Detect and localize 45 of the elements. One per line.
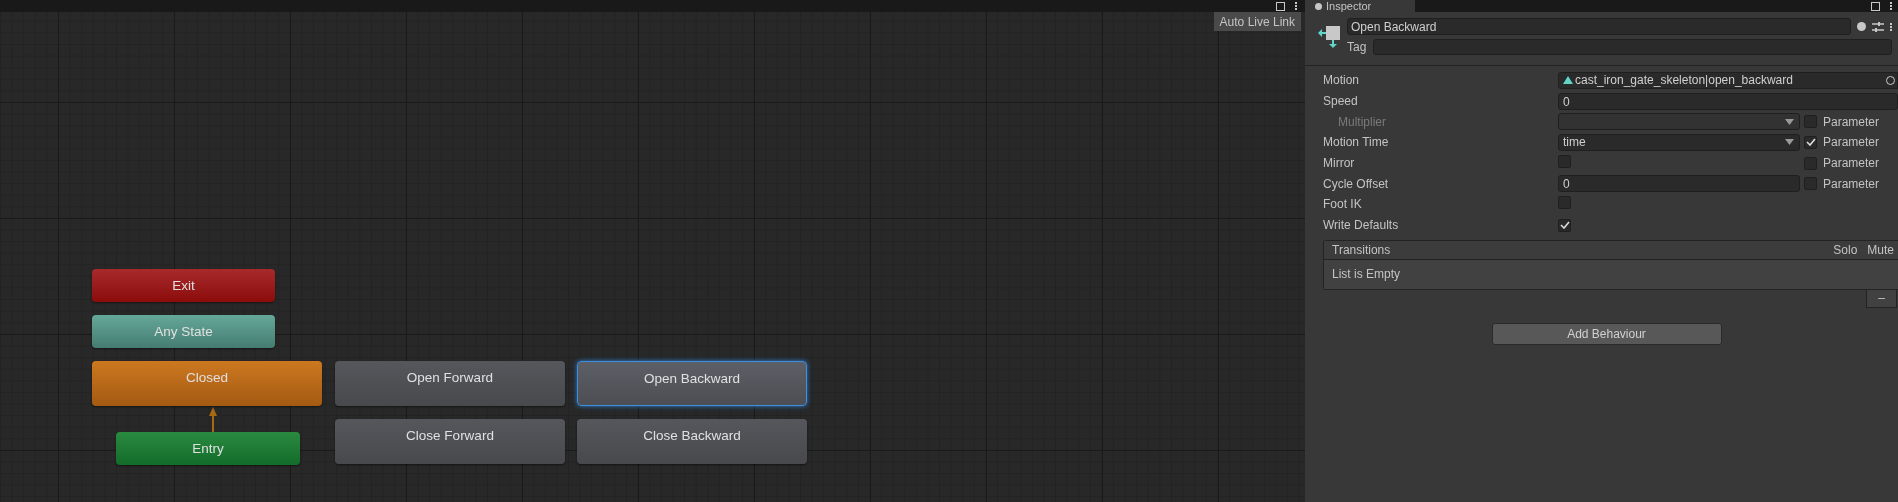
property-label: Foot IK [1323, 197, 1363, 212]
list-header: Transitions [1332, 242, 1391, 257]
empty-list-text: List is Empty [1332, 267, 1400, 281]
checkbox[interactable] [1558, 218, 1571, 232]
state-icon [1317, 23, 1343, 49]
transition-arrow[interactable] [208, 406, 218, 432]
dropdown[interactable]: time [1558, 133, 1800, 151]
checkbox[interactable] [1804, 135, 1817, 149]
column-header: Solo [1833, 242, 1858, 257]
number-field[interactable]: 0 [1558, 175, 1800, 193]
checkbox[interactable] [1558, 155, 1571, 169]
column-header: Mute [1867, 242, 1894, 257]
state-node[interactable]: Close Backward [577, 419, 807, 464]
maximize-icon[interactable] [1871, 1, 1880, 11]
auto-live-link-button[interactable]: Auto Live Link [1213, 12, 1301, 31]
parameter-label: Parameter [1823, 135, 1880, 150]
property-label: Write Defaults [1323, 218, 1400, 233]
caret-icon [1785, 118, 1794, 125]
motion-field[interactable]: cast_iron_gate_skeleton|open_backward [1558, 71, 1898, 89]
maximize-icon[interactable] [1276, 1, 1285, 11]
checkbox[interactable] [1804, 156, 1817, 170]
entry-node[interactable]: Entry [116, 432, 300, 465]
tag-field[interactable] [1373, 39, 1892, 55]
checkbox[interactable] [1804, 177, 1817, 191]
property-label: Multiplier [1337, 114, 1387, 129]
parameter-label: Parameter [1823, 176, 1880, 191]
parameter-label: Parameter [1823, 114, 1880, 129]
name-field[interactable]: Open Backward [1347, 18, 1851, 35]
state-node[interactable]: Open Backward [577, 361, 807, 406]
inspector-tab[interactable]: Inspector [1305, 0, 1415, 12]
caret-icon [1785, 139, 1794, 146]
settings-icon[interactable] [1872, 20, 1884, 33]
property-label: Mirror [1323, 156, 1356, 171]
property-label: Motion Time [1323, 135, 1390, 150]
triangle-icon [1563, 76, 1573, 85]
property-label: Motion [1323, 73, 1361, 88]
add-behaviour-button[interactable]: Add Behaviour [1491, 322, 1722, 345]
property-label: Speed [1323, 94, 1359, 109]
state-node[interactable]: Close Forward [335, 419, 565, 464]
property-label: Cycle Offset [1323, 176, 1390, 191]
exit-node[interactable]: Exit [92, 269, 275, 302]
checkbox[interactable] [1558, 196, 1571, 210]
parameter-label: Parameter [1823, 156, 1880, 171]
number-field[interactable]: 0 [1558, 92, 1898, 110]
state-node[interactable]: Open Forward [335, 361, 565, 406]
